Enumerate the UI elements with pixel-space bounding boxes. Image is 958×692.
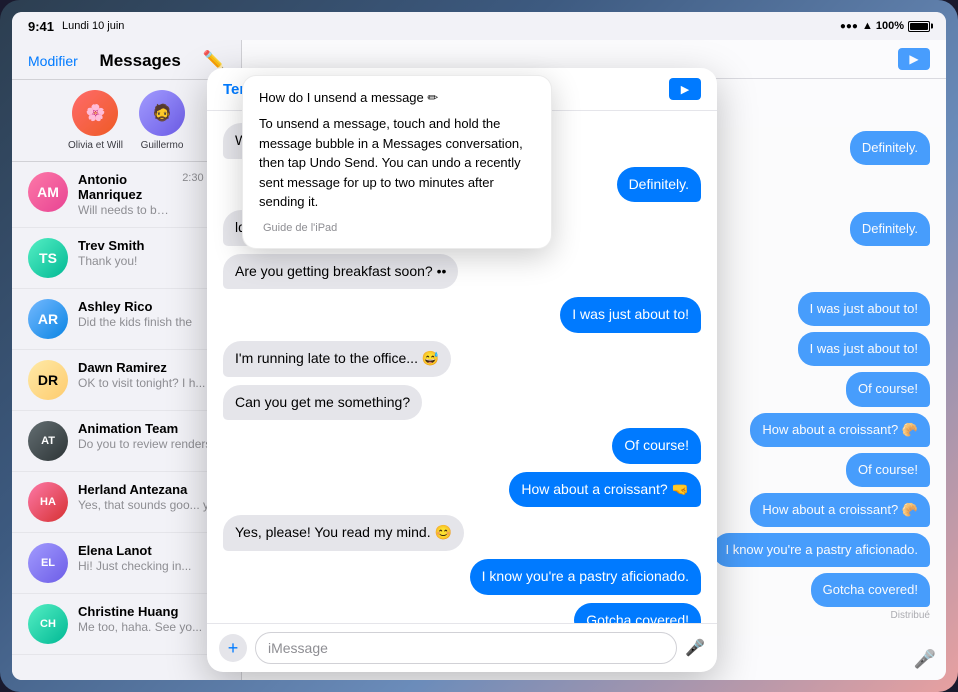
conv-info-christine: Christine Huang Me too, haha. See yo... [78, 604, 225, 634]
battery-icon [908, 21, 930, 32]
signal-icon: ●●● [840, 21, 858, 32]
avatar-olivia: 🌸 [72, 90, 118, 136]
video-icon: ▶ [909, 52, 918, 66]
modal-msg-12: Gotcha covered! [574, 603, 701, 623]
pinned-label-olivia: Olivia et Will [68, 140, 123, 151]
bg-distributed: Distribué [891, 610, 930, 621]
conv-name-christine: Christine Huang [78, 604, 225, 619]
background-mic-icon: 🎤 [914, 649, 936, 670]
attachment-button[interactable]: + [219, 634, 247, 662]
modal-chat-input-bar: + iMessage 🎤 [207, 623, 717, 672]
conv-preview-elena: Hi! Just checking in... [78, 559, 225, 573]
conv-preview-christine: Me too, haha. See yo... [78, 620, 225, 634]
conv-name-herland: Herland Antezana [78, 482, 225, 497]
conv-info-antonio: Antonio Manriquez Will needs to be pick.… [78, 172, 172, 217]
sidebar-header: Modifier Messages ✏️ [12, 40, 241, 80]
bg-msg-12: I know you're a pastry aficionado. [713, 533, 930, 567]
modifier-button[interactable]: Modifier [28, 53, 78, 69]
avatar-antonio: AM [28, 172, 68, 212]
siri-answer: To unsend a message, touch and hold the … [259, 114, 535, 212]
avatar-animation: AT [28, 421, 68, 461]
conv-info-ashley: Ashley Rico Did the kids finish the [78, 299, 225, 329]
modal-video-icon: ▶ [681, 83, 689, 96]
wifi-icon: ▲ [862, 20, 872, 32]
modal-msg-7: Can you get me something? [223, 385, 422, 421]
avatar-herland: HA [28, 482, 68, 522]
background-video-button[interactable]: ▶ [898, 48, 930, 70]
conv-name-trev: Trev Smith [78, 238, 225, 253]
modal-msg-9: How about a croissant? 🤜 [509, 472, 701, 508]
conv-preview-herland: Yes, that sounds goo... you then. [78, 498, 225, 512]
siri-source-label: Guide de l'iPad [263, 222, 337, 234]
ipad-frame: 9:41 Lundi 10 juin ●●● ▲ 100% Modifier M… [0, 0, 958, 692]
avatar-trev: TS [28, 238, 68, 278]
avatar-ashley: AR [28, 299, 68, 339]
message-input[interactable]: iMessage [255, 632, 677, 664]
bg-msg-13: Gotcha covered! [811, 573, 930, 607]
siri-tooltip: How do I unsend a message ✏ To unsend a … [242, 75, 552, 249]
bg-msg-2: Definitely. [850, 131, 930, 165]
modal-msg-10: Yes, please! You read my mind. 😊 [223, 515, 464, 551]
conv-info-herland: Herland Antezana Yes, that sounds goo...… [78, 482, 225, 512]
pinned-contact-olivia[interactable]: 🌸 Olivia et Will [68, 90, 123, 151]
modal-msg-11: I know you're a pastry aficionado. [470, 559, 701, 595]
siri-query: How do I unsend a message ✏ [259, 90, 535, 106]
main-content: Modifier Messages ✏️ 🌸 Olivia et Will 🧔 … [12, 40, 946, 680]
pinned-label-guillermo: Guillermo [141, 140, 184, 151]
ipad-screen: 9:41 Lundi 10 juin ●●● ▲ 100% Modifier M… [12, 12, 946, 680]
conv-preview-animation: Do you to review renders together next..… [78, 437, 225, 451]
avatar-elena: EL [28, 543, 68, 583]
bg-msg-8: Of course! [846, 372, 930, 406]
modal-msg-2: Definitely. [617, 167, 701, 203]
avatar-guillermo: 🧔 [139, 90, 185, 136]
conv-preview-dawn: OK to visit tonight? I h... things I nee… [78, 376, 225, 390]
conv-name-elena: Elena Lanot [78, 543, 225, 558]
bg-msg-7: I was just about to! [798, 332, 930, 366]
conv-preview-antonio: Will needs to be pick... [78, 203, 172, 217]
siri-query-text: How do I unsend a message ✏ [259, 90, 438, 106]
status-time: 9:41 [28, 19, 54, 34]
conv-info-trev: Trev Smith Thank you! [78, 238, 225, 268]
bg-msg-11: How about a croissant? 🥐 [750, 493, 930, 527]
input-placeholder: iMessage [268, 640, 328, 656]
battery-percent: 100% [876, 20, 904, 32]
modal-msg-8: Of course! [612, 428, 701, 464]
avatar-christine: CH [28, 604, 68, 644]
conv-preview-ashley: Did the kids finish the [78, 315, 225, 329]
bg-msg-6: I was just about to! [798, 292, 930, 326]
conv-preview-trev: Thank you! [78, 254, 225, 268]
avatar-dawn: DR [28, 360, 68, 400]
conv-info-animation: Animation Team Do you to review renders … [78, 421, 225, 451]
conv-name-animation: Animation Team [78, 421, 225, 436]
modal-msg-4: Are you getting breakfast soon? •• [223, 254, 458, 290]
bg-msg-4: Definitely. [850, 212, 930, 246]
modal-video-button[interactable]: ▶ [669, 78, 701, 100]
pinned-contact-guillermo[interactable]: 🧔 Guillermo [139, 90, 185, 151]
battery-fill [910, 23, 928, 30]
conv-info-elena: Elena Lanot Hi! Just checking in... [78, 543, 225, 573]
bg-msg-10: Of course! [846, 453, 930, 487]
status-day: Lundi 10 juin [62, 20, 124, 32]
conv-name-antonio: Antonio Manriquez [78, 172, 172, 202]
status-right: ●●● ▲ 100% [840, 20, 930, 32]
plus-icon: + [228, 638, 239, 659]
mic-button[interactable]: 🎤 [685, 638, 705, 658]
modal-msg-5: I was just about to! [560, 297, 701, 333]
conv-info-dawn: Dawn Ramirez OK to visit tonight? I h...… [78, 360, 225, 390]
conv-name-ashley: Ashley Rico [78, 299, 225, 314]
sidebar-title: Messages [78, 51, 203, 71]
bg-msg-9: How about a croissant? 🥐 [750, 413, 930, 447]
status-bar: 9:41 Lundi 10 juin ●●● ▲ 100% [12, 12, 946, 40]
siri-source: Guide de l'iPad [259, 222, 535, 234]
conv-name-dawn: Dawn Ramirez [78, 360, 225, 375]
modal-msg-6: I'm running late to the office... 😅 [223, 341, 451, 377]
